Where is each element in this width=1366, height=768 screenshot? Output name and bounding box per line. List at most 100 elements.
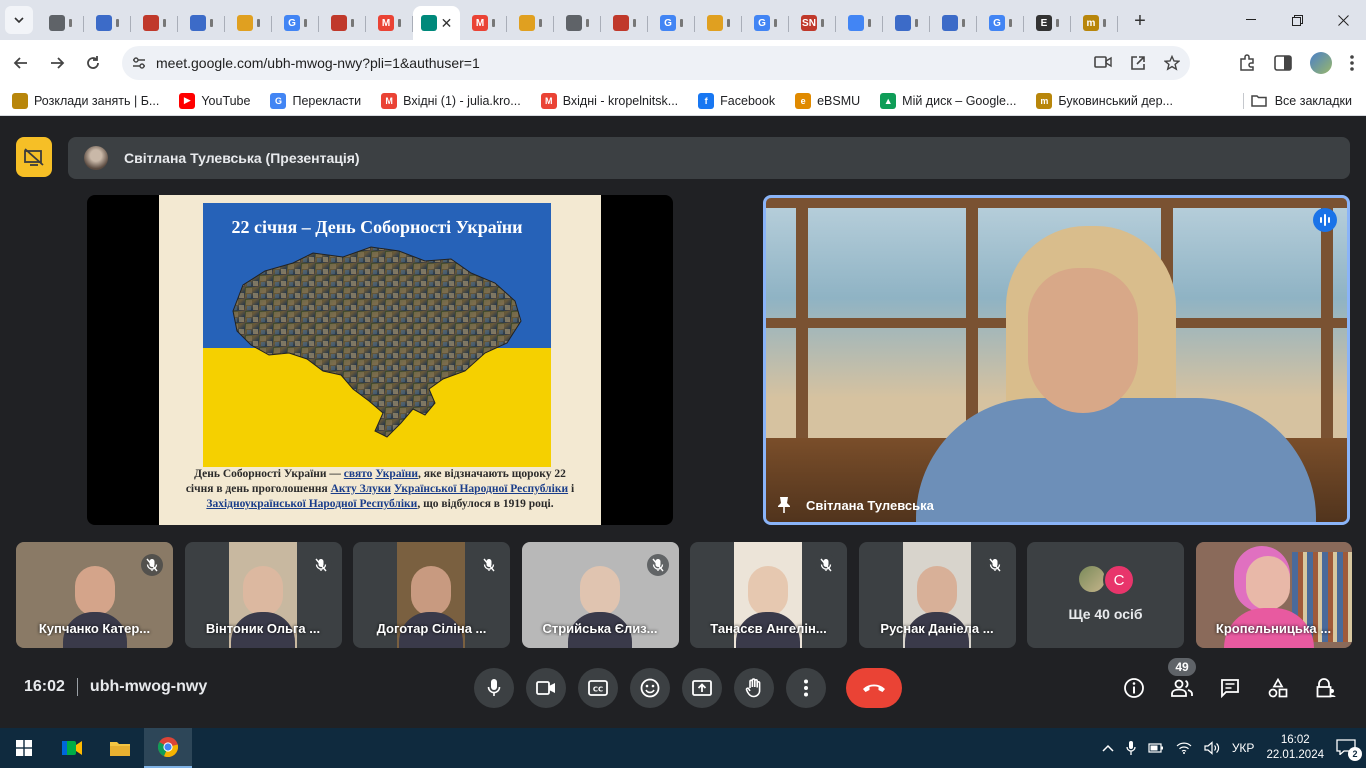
browser-tab[interactable] <box>37 6 84 40</box>
bookmark-item[interactable]: ▲ Мій диск – Google... <box>880 92 1016 109</box>
camera-button[interactable] <box>526 668 566 708</box>
tab-title-fragment <box>257 19 260 27</box>
bookmark-item[interactable]: Розклади занять | Б... <box>12 92 159 109</box>
meeting-info-button[interactable] <box>1114 668 1154 708</box>
pin-icon[interactable] <box>776 496 792 514</box>
captions-button[interactable]: CC <box>578 668 618 708</box>
more-participants-tile[interactable]: С Ще 40 осіб <box>1027 542 1184 648</box>
sync-favicon-icon <box>190 15 206 31</box>
taskbar-clock[interactable]: 16:02 22.01.2024 <box>1266 733 1324 763</box>
browser-tab[interactable] <box>883 6 930 40</box>
speaker-name: Світлана Тулевська <box>806 498 934 513</box>
close-window-button[interactable] <box>1320 0 1366 40</box>
start-button[interactable] <box>0 728 48 768</box>
presentation-badge[interactable] <box>16 137 52 177</box>
close-tab-icon[interactable]: ✕ <box>441 15 453 32</box>
browser-tab[interactable] <box>84 6 131 40</box>
browser-tab[interactable] <box>554 6 601 40</box>
bookmark-item[interactable]: M Вхідні - kropelnitsk... <box>540 92 678 109</box>
people-button[interactable]: 49 <box>1162 658 1202 708</box>
chat-button[interactable] <box>1210 668 1250 708</box>
browser-tab[interactable] <box>930 6 977 40</box>
participant-tile[interactable]: Руснак Даніела ... <box>858 542 1016 648</box>
volume-icon[interactable] <box>1204 741 1220 755</box>
participant-tile[interactable]: Купчанко Катер... <box>16 542 173 648</box>
participant-face <box>916 566 957 616</box>
present-button[interactable] <box>682 668 722 708</box>
wifi-icon[interactable] <box>1176 742 1192 754</box>
site-info-button[interactable] <box>122 56 156 70</box>
bookmark-item[interactable]: e eBSMU <box>795 92 860 109</box>
browser-tab[interactable] <box>601 6 648 40</box>
bookmark-item[interactable]: M Вхідні (1) - julia.kro... <box>381 92 521 109</box>
extensions-icon[interactable] <box>1238 54 1256 72</box>
browser-tab[interactable]: ✕ <box>413 6 460 40</box>
slide-link[interactable]: Західноукраїнської Народної Республіки <box>206 498 417 510</box>
leave-call-button[interactable] <box>846 668 902 708</box>
taskbar-chrome[interactable] <box>144 728 192 768</box>
minimize-button[interactable] <box>1228 0 1274 40</box>
speaker-tile[interactable]: Світлана Тулевська <box>763 195 1350 525</box>
reactions-button[interactable] <box>630 668 670 708</box>
open-in-new-icon[interactable] <box>1130 55 1146 71</box>
bookmark-item[interactable]: ▶ YouTube <box>179 92 250 109</box>
speaker-face <box>1028 268 1138 413</box>
notifications-button[interactable]: 2 <box>1336 739 1362 761</box>
all-bookmarks-button[interactable]: Все закладки <box>1250 94 1352 108</box>
bookmark-star-icon[interactable] <box>1164 55 1180 71</box>
slide-link[interactable]: України <box>375 468 418 480</box>
browser-tab[interactable] <box>507 6 554 40</box>
browser-tab[interactable] <box>319 6 366 40</box>
participant-tile[interactable]: Стрийська Єлиз... <box>521 542 679 648</box>
browser-tab[interactable]: G <box>272 6 319 40</box>
browser-tab[interactable]: SN <box>789 6 836 40</box>
tab-search-button[interactable] <box>5 6 33 34</box>
bookmark-item[interactable]: G Перекласти <box>270 92 361 109</box>
microphone-icon[interactable] <box>1126 740 1136 756</box>
browser-tab[interactable]: M <box>460 6 507 40</box>
bookmark-label: Буковинський дер... <box>1058 93 1173 108</box>
presentation-tile[interactable]: 22 січня – День Соборності України День … <box>87 195 673 525</box>
slide-link[interactable]: Української Народної Республіки <box>394 483 568 495</box>
participant-tile[interactable]: Доготар Сіліна ... <box>353 542 510 648</box>
participant-tile[interactable]: Вінтоник Ольга ... <box>184 542 342 648</box>
participant-tile[interactable]: Кропельницька ... <box>1195 542 1352 648</box>
forward-button[interactable] <box>40 46 74 80</box>
browser-tab[interactable]: G <box>742 6 789 40</box>
restore-button[interactable] <box>1274 0 1320 40</box>
side-panel-icon[interactable] <box>1274 55 1292 71</box>
videocam-icon <box>536 681 555 695</box>
battery-icon[interactable] <box>1148 742 1164 754</box>
browser-tab[interactable] <box>178 6 225 40</box>
more-vert-icon[interactable] <box>1350 55 1354 71</box>
browser-tab[interactable]: m <box>1071 6 1118 40</box>
microphone-button[interactable] <box>474 668 514 708</box>
chevron-up-icon[interactable] <box>1102 744 1114 752</box>
browser-tab[interactable]: M <box>366 6 413 40</box>
browser-tab[interactable] <box>225 6 272 40</box>
bookmark-item[interactable]: m Буковинський дер... <box>1036 92 1173 109</box>
camera-in-use-icon[interactable] <box>1094 55 1112 69</box>
back-button[interactable] <box>4 46 38 80</box>
taskbar-file-explorer[interactable] <box>96 728 144 768</box>
slide-link[interactable]: свято <box>344 468 373 480</box>
browser-tab[interactable]: G <box>977 6 1024 40</box>
profile-avatar[interactable] <box>1310 52 1332 74</box>
browser-tab[interactable]: E <box>1024 6 1071 40</box>
keyboard-language[interactable]: УКР <box>1232 741 1255 755</box>
browser-tab[interactable] <box>695 6 742 40</box>
slide-link[interactable]: Акту Злуки <box>331 483 391 495</box>
host-controls-button[interactable] <box>1306 668 1346 708</box>
more-options-button[interactable] <box>786 668 826 708</box>
browser-tab[interactable] <box>131 6 178 40</box>
taskbar-meet-app[interactable] <box>48 728 96 768</box>
participant-tile[interactable]: Танасєв Ангелін... <box>690 542 847 648</box>
reload-button[interactable] <box>76 46 110 80</box>
address-bar[interactable]: meet.google.com/ubh-mwog-nwy?pli=1&authu… <box>122 46 1190 80</box>
browser-tab[interactable] <box>836 6 883 40</box>
raise-hand-button[interactable] <box>734 668 774 708</box>
bookmark-item[interactable]: f Facebook <box>698 92 775 109</box>
activities-button[interactable] <box>1258 668 1298 708</box>
browser-tab[interactable]: G <box>648 6 695 40</box>
new-tab-button[interactable]: + <box>1126 7 1154 35</box>
